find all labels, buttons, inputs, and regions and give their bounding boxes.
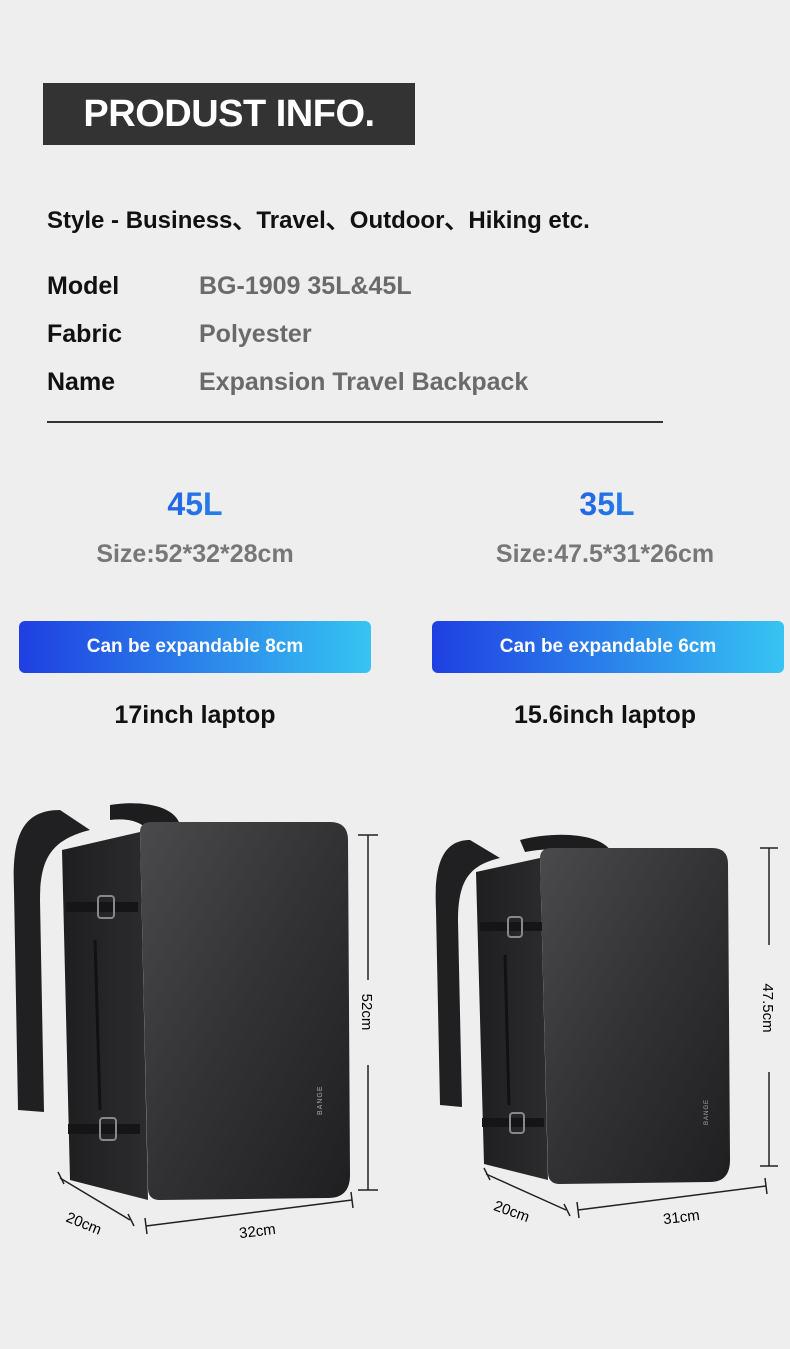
expand-badge-35l: Can be expandable 6cm [432, 621, 784, 673]
compression-strap [66, 902, 138, 912]
dim-tick [764, 1177, 768, 1195]
spec-row-model: Model BG-1909 35L&45L [47, 269, 412, 303]
spec-value: BG-1909 35L&45L [199, 271, 412, 300]
brand-logo: BANGE [704, 1099, 710, 1125]
dim-height-label: 47.5cm [759, 983, 776, 1032]
divider [47, 421, 663, 423]
expand-badge-45l: Can be expandable 8cm [19, 621, 371, 673]
dim-width-label: 31cm [662, 1207, 700, 1228]
spec-row-name: Name Expansion Travel Backpack [47, 365, 528, 399]
brand-logo: BANGE [317, 1085, 324, 1115]
front-panel [540, 848, 730, 1184]
expand-badge-label: Can be expandable 8cm [86, 636, 304, 657]
size-45l: Size:52*32*28cm [96, 540, 294, 568]
dim-tick [144, 1217, 148, 1235]
compression-strap [68, 1124, 140, 1134]
style-line: Style - Business、Travel、Outdoor、Hiking e… [47, 207, 590, 234]
spec-row-fabric: Fabric Polyester [47, 317, 312, 351]
size-35l: Size:47.5*31*26cm [495, 540, 715, 568]
front-panel [140, 822, 350, 1200]
spec-value: Expansion Travel Backpack [199, 367, 529, 396]
spec-key: Model [47, 271, 120, 300]
dim-height-label: 52cm [358, 994, 375, 1031]
dim-line [145, 1199, 353, 1227]
backpack-45l: BANGE 52cm 20cm 32cm [13, 803, 378, 1242]
dim-depth-label: 20cm [63, 1209, 103, 1239]
header-title: PRODUST INFO. [83, 92, 375, 135]
spec-key: Fabric [47, 319, 123, 348]
dim-depth-label: 20cm [491, 1198, 531, 1227]
dim-tick [57, 1171, 65, 1185]
backpack-35l: BANGE 47.5cm 20cm 31cm [435, 834, 778, 1228]
compression-strap [480, 922, 542, 931]
product-illustration: BANGE 52cm 20cm 32cm BANGE 47.5cm 20cm 3… [13, 803, 778, 1242]
laptop-size-35l: 15.6inch laptop [514, 701, 696, 729]
dim-tick [576, 1201, 580, 1219]
laptop-size-45l: 17inch laptop [114, 701, 276, 729]
dim-width-label: 32cm [238, 1221, 276, 1242]
spec-key: Name [47, 367, 116, 396]
dim-line [577, 1185, 767, 1211]
capacity-35l: 35L [507, 486, 707, 523]
compression-strap [482, 1118, 544, 1127]
spec-value: Polyester [199, 319, 312, 348]
expand-badge-label: Can be expandable 6cm [499, 636, 717, 657]
dim-tick [350, 1191, 354, 1209]
header-banner: PRODUST INFO. [43, 83, 415, 145]
capacity-45l: 45L [95, 486, 295, 523]
side-panel [476, 858, 548, 1180]
side-panel [62, 832, 148, 1200]
dim-tick [483, 1167, 491, 1181]
